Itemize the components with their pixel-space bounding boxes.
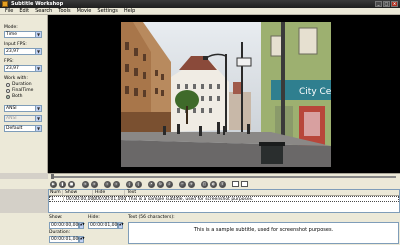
playback-controls: ▶ ❚ ■ « » ‹ › [ ] • ↻ ♪ − + □ ◐ T xyxy=(0,179,400,189)
hide-time-field[interactable]: 00:00:01,000 xyxy=(88,222,120,229)
format-value: Default xyxy=(6,126,23,131)
pause-icon[interactable]: ❚ xyxy=(59,181,66,188)
header-num[interactable]: Num xyxy=(49,190,63,195)
radio-dot xyxy=(6,88,10,93)
app-icon xyxy=(2,1,8,7)
fullscreen-icon[interactable]: □ xyxy=(201,181,208,188)
work-with-label: Work with: xyxy=(4,76,28,81)
cell-text: This is a sample subtitle, used for scre… xyxy=(128,197,254,202)
show-spinner[interactable]: ▲▼ xyxy=(79,222,85,229)
radio-dot xyxy=(6,82,10,87)
duration-field[interactable]: 00:00:01,000 xyxy=(49,236,81,243)
prev-subtitle-icon[interactable]: ‹ xyxy=(104,181,111,188)
speed-down-icon[interactable]: − xyxy=(179,181,186,188)
charset-secondary-value: ANSI xyxy=(6,116,17,121)
window-title: Subtitle Workshop xyxy=(11,1,64,7)
input-fps-value: 23,97 xyxy=(6,49,19,54)
radio-both[interactable]: Both xyxy=(6,94,22,99)
menu-bar: File Edit Search Tools Movie Settings He… xyxy=(0,8,400,15)
loop-icon[interactable]: ↻ xyxy=(157,181,164,188)
mark-icon[interactable]: • xyxy=(148,181,155,188)
chevron-down-icon: ▼ xyxy=(35,49,41,54)
radio-dot-selected xyxy=(6,94,10,99)
menu-tools[interactable]: Tools xyxy=(55,8,73,15)
play-icon[interactable]: ▶ xyxy=(50,181,57,188)
chevron-down-icon: ▼ xyxy=(35,32,41,37)
cell-num: 1 xyxy=(50,197,64,202)
set-end-icon[interactable]: ] xyxy=(135,181,142,188)
format-select[interactable]: Default ▼ xyxy=(4,125,42,132)
stop-icon[interactable]: ■ xyxy=(68,181,75,188)
menu-settings[interactable]: Settings xyxy=(94,8,121,15)
minimize-button[interactable]: _ xyxy=(375,1,382,7)
hide-label: Hide: xyxy=(88,215,100,220)
radio-finaltime[interactable]: FinalTime xyxy=(6,88,33,93)
header-text[interactable]: Text xyxy=(125,190,399,195)
show-time-field[interactable]: 00:00:00,000 xyxy=(49,222,81,229)
chevron-down-icon: ▼ xyxy=(35,66,41,71)
display-icon[interactable]: ◐ xyxy=(210,181,217,188)
subtitle-text-area[interactable]: This is a sample subtitle, used for scre… xyxy=(128,222,399,244)
menu-file[interactable]: File xyxy=(2,8,16,15)
maximize-button[interactable]: □ xyxy=(383,1,390,7)
mode-select[interactable]: Time ▼ xyxy=(4,31,42,38)
chevron-down-icon: ▼ xyxy=(35,126,41,131)
fps-label: FPS: xyxy=(4,59,14,64)
menu-movie[interactable]: Movie xyxy=(74,8,95,15)
menu-search[interactable]: Search xyxy=(32,8,55,15)
mode-select-value: Time xyxy=(6,32,18,37)
charset-select-secondary[interactable]: ANSI ▼ xyxy=(4,115,42,122)
table-row[interactable]: 1 00:00:00,000 00:00:01,000 This is a sa… xyxy=(49,196,399,202)
subtitle-grid: Num Show Hide Text 1 00:00:00,000 00:00:… xyxy=(48,189,400,213)
menu-edit[interactable]: Edit xyxy=(16,8,32,15)
header-show[interactable]: Show xyxy=(63,190,93,195)
duration-spinner[interactable]: ▲▼ xyxy=(79,236,85,243)
charset-select[interactable]: ANSI ▼ xyxy=(4,105,42,112)
set-start-icon[interactable]: [ xyxy=(126,181,133,188)
seek-track[interactable] xyxy=(52,176,396,178)
rewind-icon[interactable]: « xyxy=(82,181,89,188)
menu-help[interactable]: Help xyxy=(121,8,138,15)
mode-label: Mode: xyxy=(4,25,18,30)
shop-sign-text: City Ce xyxy=(299,87,331,97)
radio-duration-label: Duration xyxy=(12,82,32,87)
charset-value: ANSI xyxy=(6,106,17,111)
forward-icon[interactable]: » xyxy=(91,181,98,188)
street-scene-image: City Ce xyxy=(121,22,331,167)
show-label: Show: xyxy=(49,215,63,220)
input-fps-select[interactable]: 23,97 ▼ xyxy=(4,48,42,55)
radio-duration[interactable]: Duration xyxy=(6,82,32,87)
radio-finaltime-label: FinalTime xyxy=(12,88,34,93)
waveform-icon[interactable] xyxy=(241,181,248,187)
chevron-down-icon: ▼ xyxy=(35,106,41,111)
subtitle-editor: Show: 00:00:00,000 ▲▼ Hide: 00:00:01,000… xyxy=(0,213,400,245)
cell-hide: 00:00:01,000 xyxy=(96,197,127,202)
next-subtitle-icon[interactable]: › xyxy=(113,181,120,188)
hide-spinner[interactable]: ▲▼ xyxy=(118,222,124,229)
fps-value: 23,97 xyxy=(6,66,19,71)
left-panel: Mode: Time ▼ Input FPS: 23,97 ▼ FPS: 23,… xyxy=(0,15,48,173)
speed-up-icon[interactable]: + xyxy=(188,181,195,188)
header-hide[interactable]: Hide xyxy=(93,190,125,195)
volume-icon[interactable]: ♪ xyxy=(166,181,173,188)
timeline-icon[interactable] xyxy=(232,181,239,187)
chevron-down-icon: ▼ xyxy=(35,116,41,121)
text-label: Text (56 characters): xyxy=(128,215,175,220)
video-frame: City Ce xyxy=(121,22,331,167)
subtitle-toggle-icon[interactable]: T xyxy=(219,181,226,188)
input-fps-label: Input FPS: xyxy=(4,42,27,47)
radio-both-label: Both xyxy=(12,94,23,99)
video-preview[interactable]: City Ce xyxy=(48,15,400,173)
cell-show: 00:00:00,000 xyxy=(66,197,97,202)
close-button[interactable]: × xyxy=(391,1,398,7)
fps-select[interactable]: 23,97 ▼ xyxy=(4,65,42,72)
duration-label: Duration: xyxy=(49,230,71,235)
